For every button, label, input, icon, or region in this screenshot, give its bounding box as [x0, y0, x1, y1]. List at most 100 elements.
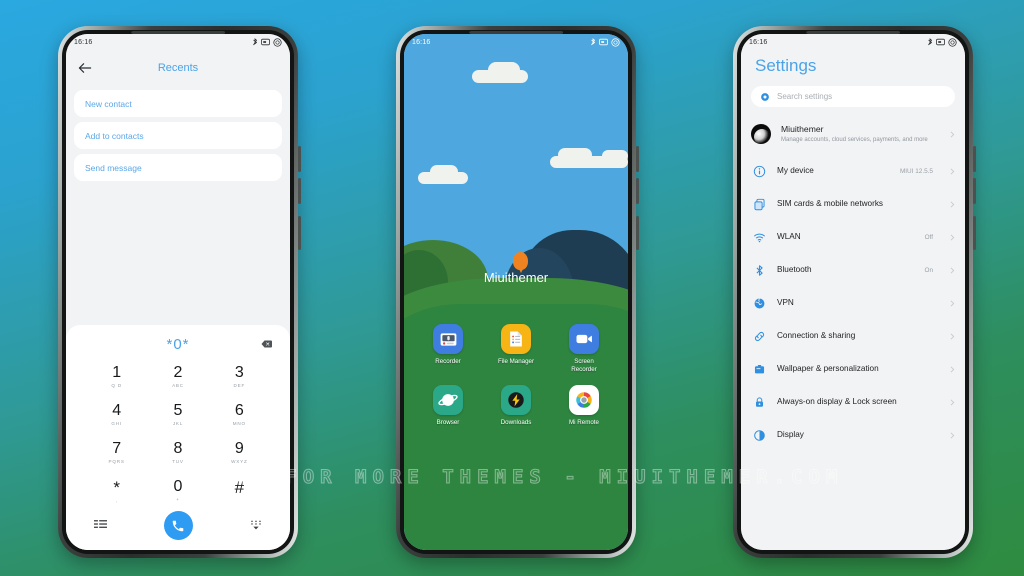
add-to-contacts-button[interactable]: Add to contacts — [74, 122, 282, 149]
settings-label-sim-cards: SIM cards & mobile networks — [777, 199, 884, 209]
settings-label-display: Display — [777, 430, 804, 440]
volume-up-button-3[interactable] — [973, 146, 976, 172]
phone-call-icon[interactable] — [163, 511, 193, 540]
key-0-number: 0 — [173, 478, 183, 495]
app-browser[interactable]: Browser — [426, 384, 470, 427]
volume-down-button-3[interactable] — [973, 178, 976, 204]
wallpaper-icon — [751, 363, 767, 376]
account-subtitle: Manage accounts, cloud services, payment… — [781, 137, 928, 144]
send-message-button[interactable]: Send message — [74, 154, 282, 181]
key-7[interactable]: 7 PQRS — [86, 435, 147, 471]
screen-recorder-icon — [569, 324, 599, 354]
settings-row-wlan[interactable]: WLAN Off — [741, 221, 965, 254]
app-browser-label: Browser — [436, 418, 460, 426]
key-2[interactable]: 2 ABC — [147, 359, 208, 395]
phone-home-screen: Miuithemer Recorder File Manager Screen … — [396, 26, 639, 558]
settings-row-account[interactable]: Miuithemer Manage accounts, cloud servic… — [741, 113, 965, 155]
settings-row-sim-cards[interactable]: SIM cards & mobile networks — [741, 188, 965, 221]
status-bar-2: 16:16 — [404, 34, 628, 50]
phone-dialer: 16:16 Recents New contact Add to contact… — [58, 26, 301, 558]
key-0[interactable]: 0 + — [147, 473, 208, 509]
key-4-letters: GHI — [111, 421, 122, 426]
key-6[interactable]: 6 MNO — [209, 397, 270, 433]
key-2-letters: ABC — [172, 383, 184, 388]
info-icon — [751, 165, 767, 178]
wallpaper-label: Miuithemer — [483, 270, 549, 285]
account-texts: Miuithemer Manage accounts, cloud servic… — [781, 124, 939, 144]
settings-row-aod-lock[interactable]: Always-on display & Lock screen — [741, 386, 965, 419]
cloud-icon-3c — [602, 150, 628, 162]
power-button-3[interactable] — [973, 216, 976, 250]
app-recorder-label: Recorder — [435, 358, 461, 365]
avatar — [751, 124, 771, 144]
contacts-list-icon[interactable] — [94, 517, 108, 535]
key-8[interactable]: 8 TUV — [147, 435, 208, 471]
key-4[interactable]: 4 GHI — [86, 397, 147, 433]
dialer-spacer — [66, 181, 290, 325]
dialpad: *0* 1Q D 2 ABC 3 DEF 4 GHI 5 JKL 6 MNO 7… — [66, 325, 290, 550]
chevron-right-icon-5 — [949, 300, 955, 307]
chevron-right-icon-8 — [949, 399, 955, 406]
status-icons-2 — [590, 37, 620, 47]
settings-row-vpn[interactable]: VPN — [741, 287, 965, 320]
key-4-number: 4 — [112, 402, 122, 419]
settings-row-wallpaper[interactable]: Wallpaper & personalization — [741, 353, 965, 386]
settings-row-bluetooth[interactable]: Bluetooth On — [741, 254, 965, 287]
chevron-right-icon-3 — [949, 234, 955, 241]
phone-settings: 16:16 Settings Search settings Miuitheme… — [733, 26, 976, 558]
volume-up-button[interactable] — [298, 146, 301, 172]
bluetooth-icon-row — [751, 264, 767, 277]
key-9[interactable]: 9 WXYZ — [209, 435, 270, 471]
key-5-number: 5 — [173, 402, 183, 419]
status-time: 16:16 — [74, 38, 93, 46]
settings-label-wallpaper: Wallpaper & personalization — [777, 364, 879, 374]
key-5-letters: JKL — [172, 421, 184, 426]
cloud-icon-3b — [558, 148, 592, 162]
volume-up-button-2[interactable] — [636, 146, 639, 172]
key-1[interactable]: 1 Q D — [86, 359, 147, 395]
dial-display: *0* — [66, 331, 290, 357]
chevron-right-icon-4 — [949, 267, 955, 274]
vpn-globe-icon — [751, 297, 767, 310]
key-star[interactable]: *, — [86, 473, 147, 509]
dialpad-bottom-bar — [66, 509, 290, 550]
volume-down-button[interactable] — [298, 178, 301, 204]
battery-icon-2 — [611, 37, 620, 47]
app-recorder[interactable]: Recorder — [426, 324, 470, 374]
row-texts-5: VPN — [777, 298, 923, 309]
app-row-2: Browser Downloads Mi Remote — [404, 384, 628, 427]
hide-keypad-icon[interactable] — [250, 517, 262, 535]
app-mi-remote[interactable]: Mi Remote — [562, 384, 606, 427]
power-button-2[interactable] — [636, 216, 639, 250]
key-hash[interactable]: # — [209, 473, 270, 509]
app-file-manager[interactable]: File Manager — [494, 324, 538, 374]
file-manager-icon — [501, 324, 531, 354]
settings-value-wlan: Off — [924, 234, 933, 241]
row-texts-4: Bluetooth — [777, 265, 914, 276]
settings-row-display[interactable]: Display — [741, 419, 965, 452]
volume-down-button-2[interactable] — [636, 178, 639, 204]
settings-list: Miuithemer Manage accounts, cloud servic… — [741, 113, 965, 550]
key-hash-symbol: # — [234, 477, 245, 497]
phone1-screen: 16:16 Recents New contact Add to contact… — [66, 34, 290, 550]
key-7-number: 7 — [112, 440, 122, 457]
new-contact-button[interactable]: New contact — [74, 90, 282, 117]
search-input[interactable]: Search settings — [751, 86, 955, 107]
home-wallpaper: Miuithemer Recorder File Manager Screen … — [404, 34, 628, 550]
wifi-icon — [751, 231, 767, 244]
settings-label-my-device: My device — [777, 166, 814, 176]
settings-row-my-device[interactable]: My device MIUI 12.5.5 — [741, 155, 965, 188]
app-screen-recorder[interactable]: Screen Recorder — [562, 324, 606, 374]
settings-label-vpn: VPN — [777, 298, 794, 308]
power-button[interactable] — [298, 216, 301, 250]
settings-row-connection-sharing[interactable]: Connection & sharing — [741, 320, 965, 353]
backspace-icon[interactable] — [261, 335, 272, 353]
app-downloads[interactable]: Downloads — [494, 384, 538, 427]
dialer-header: Recents — [66, 50, 290, 86]
key-5[interactable]: 5 JKL — [147, 397, 208, 433]
chevron-right-icon-9 — [949, 432, 955, 439]
wallpaper-showcase: 16:16 Recents New contact Add to contact… — [0, 0, 1024, 576]
key-3[interactable]: 3 DEF — [209, 359, 270, 395]
status-bar: 16:16 — [66, 34, 290, 50]
back-arrow-icon[interactable] — [76, 59, 94, 77]
